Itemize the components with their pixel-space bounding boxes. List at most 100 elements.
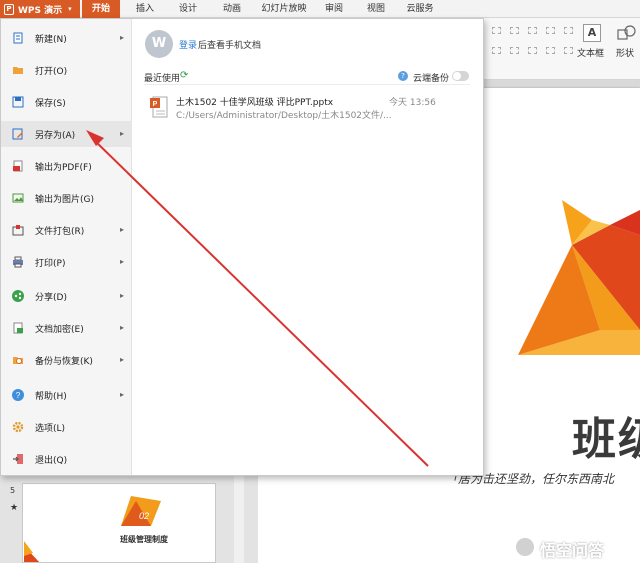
tab-insert[interactable]: 插入 [128, 0, 162, 18]
paragraph-icon[interactable] [510, 27, 519, 34]
recent-file-name[interactable]: 土木1502 十佳学风班级 评比PPT.pptx [176, 95, 333, 108]
paragraph-icon[interactable] [546, 27, 555, 34]
paragraph-icon[interactable] [528, 27, 537, 34]
tab-view[interactable]: 视图 [358, 0, 394, 18]
chevron-right-icon: ▸ [119, 355, 124, 364]
paragraph-icon[interactable] [492, 27, 501, 34]
menu-item-save[interactable]: 保存(S) [1, 89, 132, 115]
textbox-button-label[interactable]: 文本框 [577, 46, 604, 59]
menu-item-label: 文档加密(E) [35, 324, 84, 335]
recent-file-time: 今天 13:56 [389, 98, 436, 108]
menu-item-label: 帮助(H) [35, 391, 67, 402]
thumbnail-badge: 02 [139, 511, 149, 521]
slide-thumbnail[interactable]: 02 [22, 483, 216, 563]
recent-file-path: C:/Users/Administrator/Desktop/土木1502文件/… [176, 111, 392, 121]
align-icon[interactable] [492, 47, 501, 54]
menu-item-print[interactable]: 打印(P) ▸ [1, 249, 132, 275]
file-menu: 新建(N) ▸ 打开(O) 保存(S) 另存为(A) ▸ 输出为PDF(F) 输… [0, 18, 484, 476]
recent-files-label: 最近使用 [144, 74, 181, 84]
print-icon [12, 256, 24, 268]
file-menu-sidebar: 新建(N) ▸ 打开(O) 保存(S) 另存为(A) ▸ 输出为PDF(F) 输… [1, 19, 132, 475]
pptx-file-icon: P [150, 96, 168, 118]
menu-item-encrypt[interactable]: 文档加密(E) ▸ [1, 315, 132, 341]
menu-item-save-as[interactable]: 另存为(A) ▸ [1, 121, 132, 147]
menu-item-label: 另存为(A) [35, 130, 76, 141]
menu-item-options[interactable]: 选项(L) [1, 414, 132, 440]
align-icon[interactable] [546, 47, 555, 54]
image-export-icon [12, 192, 24, 204]
new-file-icon [12, 32, 24, 44]
share-icon [12, 290, 24, 302]
svg-text:?: ? [16, 391, 21, 400]
tab-cloud-service[interactable]: 云服务 [400, 0, 440, 18]
chevron-right-icon: ▸ [119, 257, 124, 266]
tab-animation[interactable]: 动画 [214, 0, 250, 18]
cloud-backup-toggle[interactable] [452, 71, 469, 81]
package-icon [12, 224, 24, 236]
exit-icon [12, 453, 24, 465]
encrypt-icon [12, 322, 24, 334]
menu-item-share[interactable]: 分享(D) ▸ [1, 283, 132, 309]
watermark-logo [514, 536, 536, 558]
login-link[interactable]: 登录 [179, 38, 197, 51]
paragraph-icon[interactable] [564, 27, 573, 34]
gear-icon [12, 421, 24, 433]
menu-item-label: 输出为PDF(F) [35, 162, 92, 173]
menu-item-label: 保存(S) [35, 98, 66, 109]
menu-item-label: 备份与恢复(K) [35, 356, 93, 367]
tab-review[interactable]: 审阅 [316, 0, 352, 18]
star-icon: ★ [10, 503, 19, 513]
help-icon[interactable]: ? [398, 71, 408, 81]
chevron-right-icon: ▸ [119, 129, 124, 138]
menu-item-label: 选项(L) [35, 423, 66, 434]
menu-item-new[interactable]: 新建(N) ▸ [1, 25, 132, 51]
menu-item-backup[interactable]: 备份与恢复(K) ▸ [1, 347, 132, 373]
thumbnail-title: 班级管理制度 [120, 535, 168, 544]
scrollbar[interactable] [234, 476, 244, 563]
menu-item-label: 分享(D) [35, 292, 67, 303]
menu-item-label: 新建(N) [35, 34, 67, 45]
menu-item-label: 退出(Q) [35, 455, 68, 466]
chevron-down-icon: ▾ [68, 5, 72, 13]
menu-item-label: 文件打包(R) [35, 226, 85, 237]
divider [144, 84, 470, 85]
menu-item-help[interactable]: ? 帮助(H) ▸ [1, 382, 132, 408]
menu-item-label: 打开(O) [35, 66, 68, 77]
align-icon[interactable] [510, 47, 519, 54]
menu-item-exit[interactable]: 退出(Q) [1, 446, 132, 472]
menu-item-open[interactable]: 打开(O) [1, 57, 132, 83]
menu-item-label: 输出为图片(G) [35, 194, 94, 205]
tab-slideshow[interactable]: 幻灯片放映 [256, 0, 312, 18]
pdf-icon [12, 160, 24, 172]
chevron-right-icon: ▸ [119, 291, 124, 300]
textbox-icon[interactable]: A [583, 24, 601, 42]
chevron-right-icon: ▸ [119, 390, 124, 399]
shapes-icon[interactable] [617, 24, 637, 42]
ribbon-tab-bar: P WPS 演示 ▾ 开始 插入 设计 动画 幻灯片放映 审阅 视图 云服务 [0, 0, 640, 18]
save-as-icon [12, 128, 24, 140]
menu-item-label: 打印(P) [35, 258, 66, 269]
wps-presentation-icon: P [4, 3, 14, 15]
align-icon[interactable] [564, 47, 573, 54]
chevron-right-icon: ▸ [119, 225, 124, 234]
open-folder-icon [12, 64, 24, 76]
login-hint: 后查看手机文档 [198, 41, 262, 51]
chevron-right-icon: ▸ [119, 323, 124, 332]
cloud-backup-label: 云端备份 [413, 74, 450, 84]
shapes-button-label[interactable]: 形状 [616, 46, 634, 59]
toggle-knob [453, 72, 461, 80]
menu-item-export-image[interactable]: 输出为图片(G) [1, 185, 132, 211]
menu-item-package[interactable]: 文件打包(R) ▸ [1, 217, 132, 243]
tab-home[interactable]: 开始 [82, 0, 120, 18]
save-icon [12, 96, 24, 108]
backup-icon [12, 354, 24, 366]
avatar[interactable]: W [145, 30, 173, 58]
refresh-icon[interactable]: ⟳ [180, 70, 188, 81]
align-icon[interactable] [528, 47, 537, 54]
help-icon: ? [12, 389, 24, 401]
slide-title: 班级 [572, 414, 640, 465]
chevron-right-icon: ▸ [119, 33, 124, 42]
menu-item-export-pdf[interactable]: 输出为PDF(F) [1, 153, 132, 179]
tab-design[interactable]: 设计 [170, 0, 206, 18]
app-menu-button[interactable]: P WPS 演示 ▾ [0, 0, 80, 18]
